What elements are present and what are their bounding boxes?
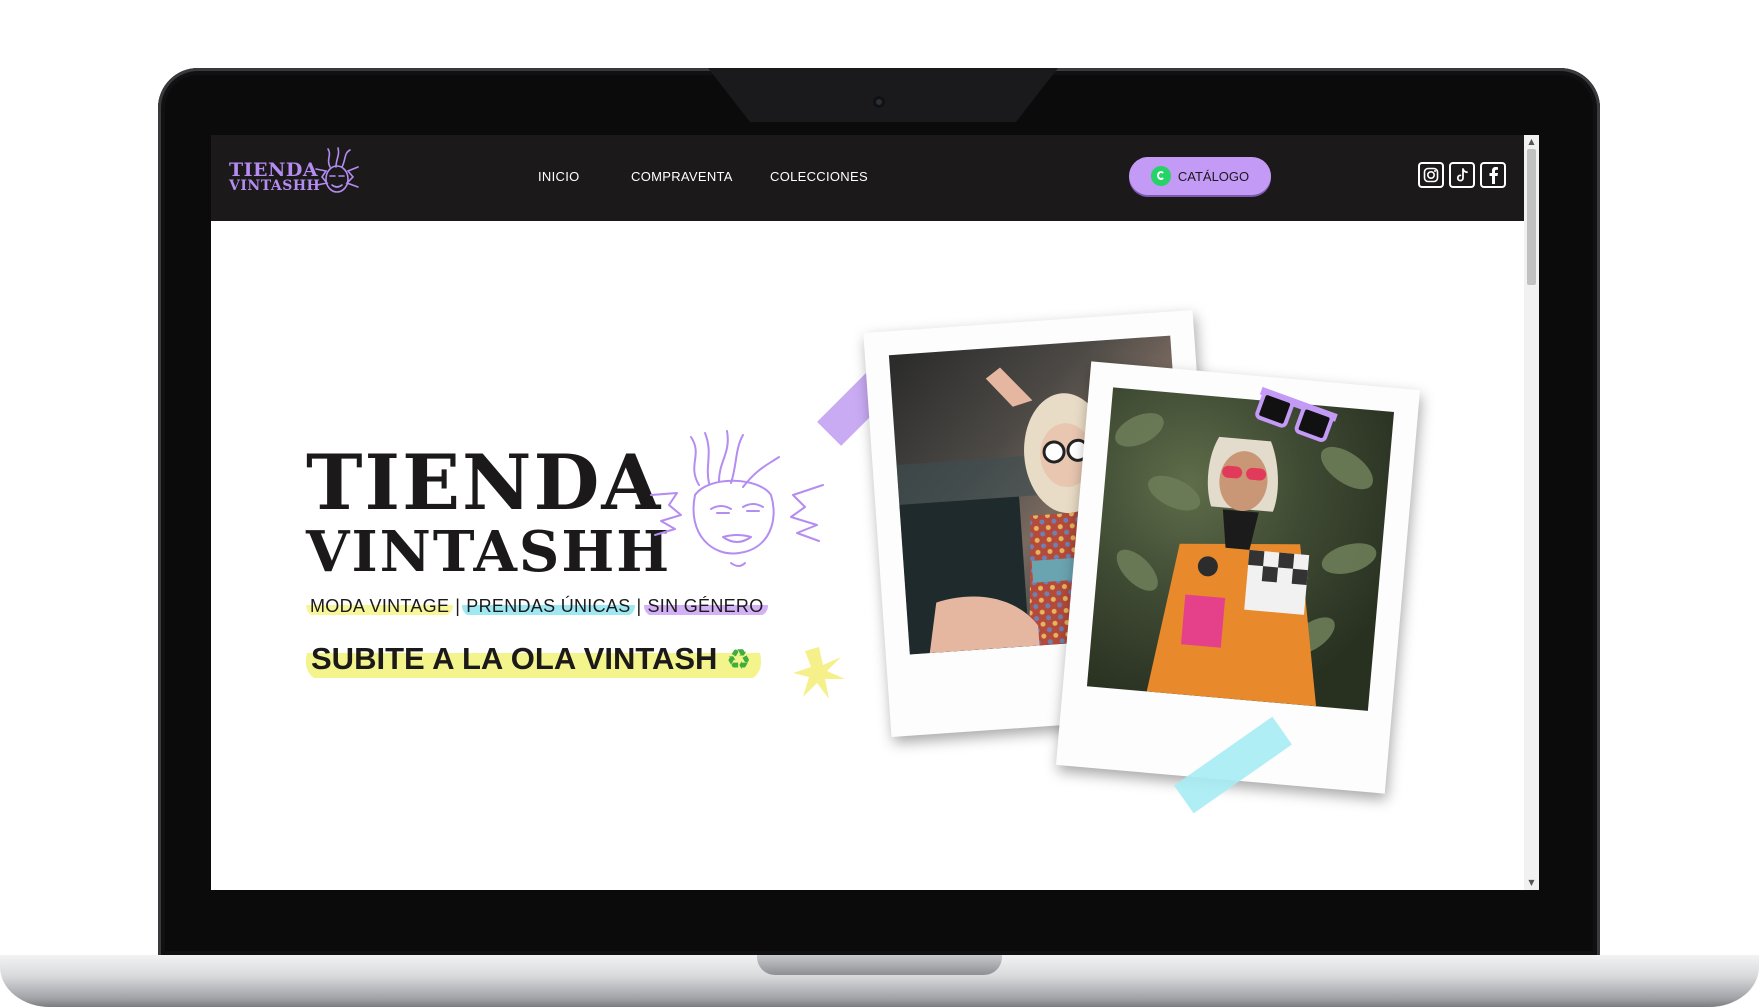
hero-face-illustration-icon — [650, 430, 824, 567]
logo-line-1: TIENDA — [229, 159, 319, 181]
yellow-star-sticker-icon — [793, 647, 845, 699]
recycle-icon: ♻ — [726, 643, 752, 676]
nav-compraventa[interactable]: COMPRAVENTA — [631, 169, 733, 184]
polaroid-photo-2 — [1055, 361, 1421, 794]
hero-title: TIENDA VINTASHH — [306, 438, 672, 585]
laptop-base-notch — [757, 955, 1002, 975]
site-logo[interactable]: TIENDA VINTASHH — [229, 159, 321, 195]
sunglasses-sticker-icon — [1255, 386, 1338, 442]
site-header: TIENDA VINTASHH INICIO COMPRAVENTA COLEC… — [211, 135, 1524, 221]
tag-moda-vintage: MODA VINTAGE — [306, 596, 454, 616]
scroll-down-arrow-icon[interactable]: ▼ — [1524, 876, 1539, 890]
nav-inicio[interactable]: INICIO — [538, 169, 580, 184]
instagram-glyph — [1423, 167, 1439, 183]
logo-face-icon — [315, 147, 359, 193]
whatsapp-icon — [1150, 166, 1171, 186]
webcam-icon — [873, 96, 885, 108]
tiktok-glyph — [1456, 168, 1468, 182]
slogan-text: SUBITE A LA OLA VINTASH — [311, 641, 718, 676]
facebook-icon[interactable] — [1480, 162, 1506, 188]
tag-separator: | — [636, 596, 642, 616]
browser-viewport: TIENDA VINTASHH INICIO COMPRAVENTA COLEC… — [211, 135, 1539, 890]
tiktok-icon[interactable] — [1449, 162, 1475, 188]
hero-tagline: MODA VINTAGE | PRENDAS ÚNICAS | SIN GÉNERO — [306, 596, 768, 618]
scrollbar[interactable]: ▲ ▼ — [1524, 135, 1539, 890]
facebook-glyph — [1489, 167, 1498, 184]
tag-prendas-unicas: PRENDAS ÚNICAS — [462, 596, 635, 616]
hero-title-line-1: TIENDA — [306, 438, 663, 527]
hero-title-line-2: VINTASHH — [306, 519, 672, 585]
logo-line-2: VINTASHH — [229, 178, 321, 194]
catalog-button-label: CATÁLOGO — [1177, 168, 1250, 184]
tag-sin-genero: SIN GÉNERO — [643, 596, 768, 616]
instagram-icon[interactable] — [1418, 162, 1444, 188]
nav-colecciones[interactable]: COLECCIONES — [770, 169, 868, 184]
photo-woman-with-leaves — [1086, 387, 1395, 711]
hero-slogan: SUBITE A LA OLA VINTASH ♻ — [306, 641, 762, 681]
laptop-notch — [708, 68, 1058, 122]
tag-separator: | — [455, 596, 461, 616]
photo-2-illustration — [1115, 413, 1377, 707]
scrollbar-thumb[interactable] — [1527, 149, 1536, 285]
scroll-up-arrow-icon[interactable]: ▲ — [1524, 135, 1539, 149]
catalog-button[interactable]: CATÁLOGO — [1129, 157, 1271, 195]
